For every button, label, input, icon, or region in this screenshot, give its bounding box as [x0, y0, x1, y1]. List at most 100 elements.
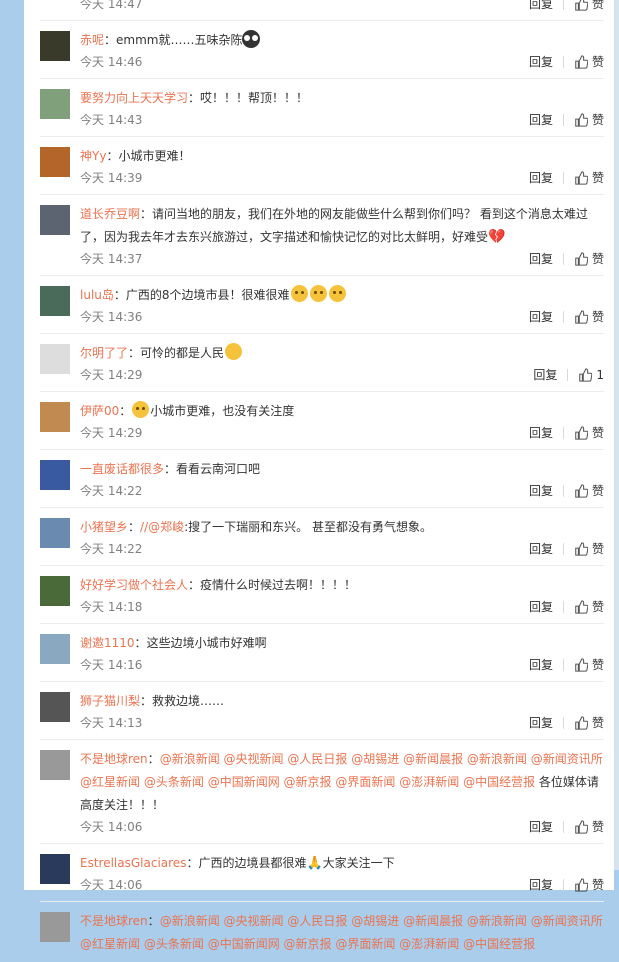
mention-link[interactable]: //@郑峻 [140, 520, 184, 534]
avatar[interactable] [40, 205, 70, 235]
comment-username[interactable]: 狮子猫川梨 [80, 694, 140, 708]
like-button[interactable]: 赞 [574, 713, 604, 733]
like-button[interactable]: 赞 [574, 481, 604, 501]
mention-link[interactable]: @人民日报 [287, 914, 347, 928]
mention-link[interactable]: @人民日报 [287, 752, 347, 766]
thumbs-up-icon [575, 820, 588, 834]
reply-button[interactable]: 回复 [529, 539, 553, 559]
avatar[interactable] [40, 460, 70, 490]
avatar[interactable] [40, 147, 70, 177]
mention-link[interactable]: @新闻资讯所 [531, 752, 603, 766]
reply-button[interactable]: 回复 [529, 423, 553, 443]
mention-link[interactable]: @央视新闻 [224, 914, 284, 928]
reply-button[interactable]: 回复 [529, 655, 553, 675]
reply-button[interactable]: 回复 [529, 597, 553, 617]
comment-item: EstrellasGlaciares：广西的边境县都很难🙏大家关注一下 今天 1… [40, 844, 604, 902]
mention-link[interactable]: @界面新闻 [335, 937, 395, 951]
mention-link[interactable]: @澎湃新闻 [399, 937, 459, 951]
comment-username[interactable]: 不是地球ren [80, 914, 148, 928]
like-button[interactable]: 赞 [574, 249, 604, 269]
comment-username[interactable]: 神Yy [80, 149, 106, 163]
like-button[interactable]: 赞 [574, 423, 604, 443]
comment-username[interactable]: 好好学习做个社会人 [80, 578, 188, 592]
like-button[interactable]: 赞 [574, 52, 604, 72]
reply-button[interactable]: 回复 [529, 307, 553, 327]
mention-link[interactable]: @中国新闻网 [208, 937, 280, 951]
avatar[interactable] [40, 854, 70, 884]
mention-link[interactable]: @中国新闻网 [208, 775, 280, 789]
mention-link[interactable]: @新浪新闻 [467, 914, 527, 928]
comment-meta: 今天 14:37 回复 赞 [80, 249, 604, 269]
mention-link[interactable]: @央视新闻 [224, 752, 284, 766]
mention-link[interactable]: @新京报 [284, 775, 332, 789]
like-count: 赞 [591, 310, 604, 324]
mention-link[interactable]: @新浪新闻 [160, 914, 220, 928]
comment-username[interactable]: EstrellasGlaciares [80, 856, 186, 870]
like-button[interactable]: 1 [578, 365, 604, 385]
avatar[interactable] [40, 576, 70, 606]
mention-link[interactable]: @胡锡进 [351, 914, 399, 928]
mention-link[interactable]: @红星新闻 [80, 775, 140, 789]
mention-link[interactable]: @头条新闻 [144, 775, 204, 789]
reply-button[interactable]: 回复 [529, 875, 553, 895]
avatar[interactable] [40, 344, 70, 374]
avatar[interactable] [40, 518, 70, 548]
reply-button[interactable]: 回复 [529, 110, 553, 130]
mention-link[interactable]: @新京报 [284, 937, 332, 951]
like-button[interactable]: 赞 [574, 0, 604, 14]
like-button[interactable]: 赞 [574, 597, 604, 617]
divider [562, 717, 564, 729]
comment-username[interactable]: 谢邀1110 [80, 636, 135, 650]
reply-button[interactable]: 回复 [529, 713, 553, 733]
comment-time: 今天 14:06 [80, 878, 143, 892]
mention-link[interactable]: @澎湃新闻 [399, 775, 459, 789]
comment-username[interactable]: 一直废话都很多 [80, 462, 164, 476]
reply-button[interactable]: 回复 [533, 365, 557, 385]
comment-username[interactable]: 不是地球ren [80, 752, 148, 766]
like-button[interactable]: 赞 [574, 168, 604, 188]
comment-username[interactable]: lulu岛 [80, 288, 114, 302]
mention-link[interactable]: @胡锡进 [351, 752, 399, 766]
comment-username[interactable]: 小猪望乡 [80, 520, 128, 534]
avatar[interactable] [40, 634, 70, 664]
avatar[interactable] [40, 31, 70, 61]
avatar[interactable] [40, 402, 70, 432]
like-button[interactable]: 赞 [574, 307, 604, 327]
reply-button[interactable]: 回复 [529, 817, 553, 837]
comment-username[interactable]: 赤呢 [80, 33, 104, 47]
reply-button[interactable]: 回复 [529, 0, 553, 14]
avatar[interactable] [40, 750, 70, 780]
reply-button[interactable]: 回复 [529, 168, 553, 188]
like-count: 赞 [591, 878, 604, 892]
avatar[interactable] [40, 912, 70, 942]
mention-link[interactable]: @中国经营报 [463, 775, 535, 789]
like-button[interactable]: 赞 [574, 110, 604, 130]
comment-time: 今天 14:29 [80, 426, 143, 440]
mention-link[interactable]: @新闻晨报 [403, 752, 463, 766]
like-button[interactable]: 赞 [574, 817, 604, 837]
reply-button[interactable]: 回复 [529, 481, 553, 501]
comment-item: 谢邀1110：这些边境小城市好难啊 今天 14:16 回复 赞 [40, 624, 604, 682]
avatar[interactable] [40, 89, 70, 119]
comment-username[interactable]: 要努力向上天天学习 [80, 91, 188, 105]
comment-username[interactable]: 道长乔豆啊 [80, 207, 140, 221]
comment-username[interactable]: 伊萨00 [80, 404, 119, 418]
mention-link[interactable]: @界面新闻 [335, 775, 395, 789]
avatar[interactable] [40, 692, 70, 722]
comment-time: 今天 14:43 [80, 113, 143, 127]
mention-link[interactable]: @新闻资讯所 [531, 914, 603, 928]
like-button[interactable]: 赞 [574, 655, 604, 675]
like-button[interactable]: 赞 [574, 875, 604, 895]
avatar[interactable] [40, 286, 70, 316]
mention-link[interactable]: @新浪新闻 [160, 752, 220, 766]
like-button[interactable]: 赞 [574, 539, 604, 559]
praying-hands-icon: 🙏 [306, 856, 323, 871]
reply-button[interactable]: 回复 [529, 249, 553, 269]
mention-link[interactable]: @中国经营报 [463, 937, 535, 951]
reply-button[interactable]: 回复 [529, 52, 553, 72]
mention-link[interactable]: @红星新闻 [80, 937, 140, 951]
comment-username[interactable]: 尔明了了 [80, 346, 128, 360]
mention-link[interactable]: @新浪新闻 [467, 752, 527, 766]
mention-link[interactable]: @头条新闻 [144, 937, 204, 951]
mention-link[interactable]: @新闻晨报 [403, 914, 463, 928]
